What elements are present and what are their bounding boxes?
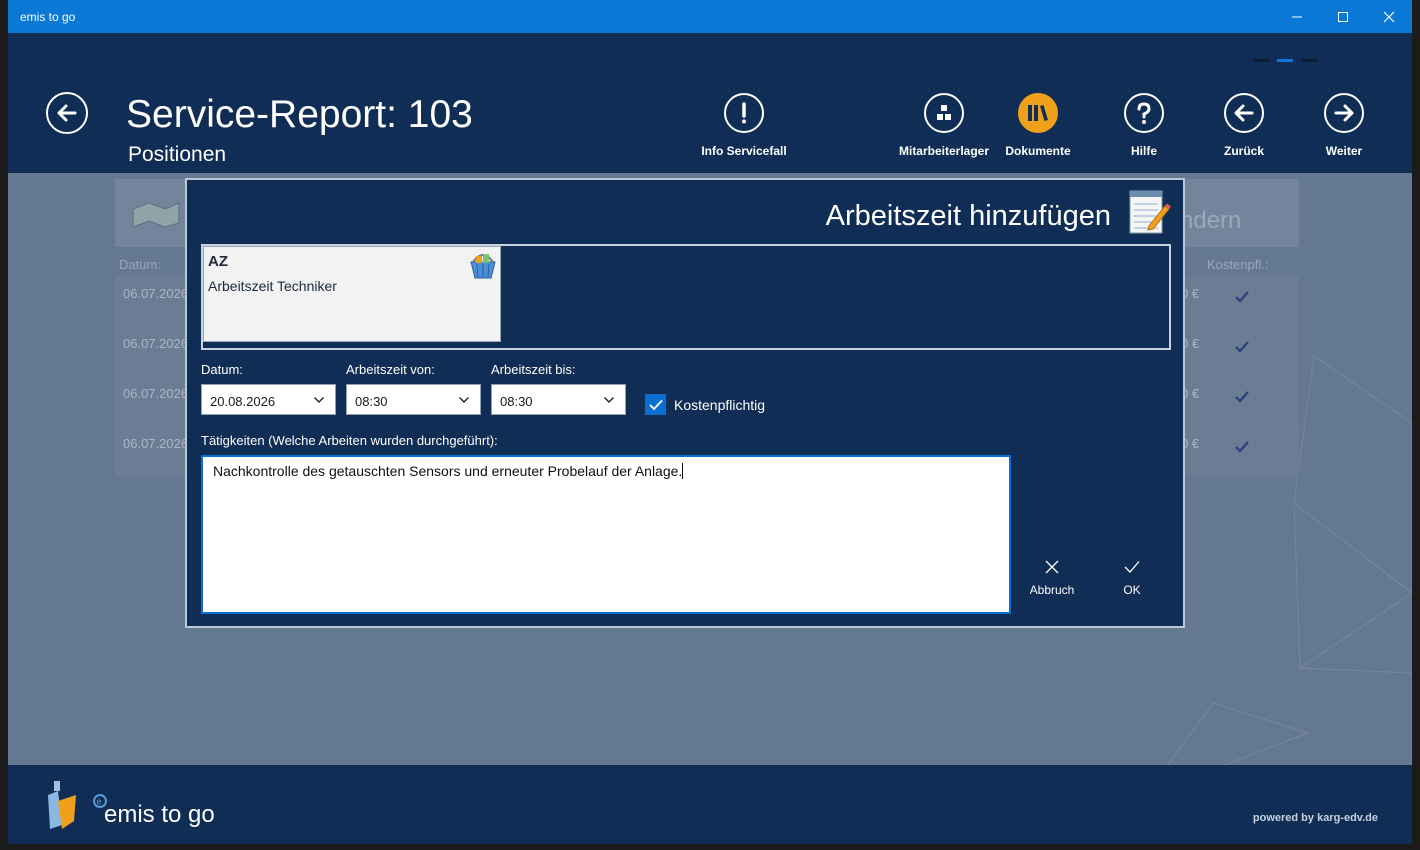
maximize-button[interactable] xyxy=(1320,0,1366,33)
arrow-left-icon xyxy=(1234,104,1254,122)
item-list: AZ Arbeitszeit Techniker xyxy=(201,244,1171,350)
item-code: AZ xyxy=(208,253,228,270)
close-icon xyxy=(1045,560,1059,574)
billable-checkbox[interactable] xyxy=(645,394,666,415)
add-worktime-dialog: Arbeitszeit hinzufügen AZ Arbeitszeit Te… xyxy=(185,178,1185,628)
chevron-down-icon xyxy=(604,397,614,403)
item-name: Arbeitszeit Techniker xyxy=(208,278,337,294)
minimize-button[interactable] xyxy=(1274,0,1320,33)
hilfe-button[interactable]: Hilfe xyxy=(1094,93,1194,158)
toolbar-label: Weiter xyxy=(1325,144,1363,158)
checkmark-icon xyxy=(1235,441,1249,453)
background-column-cost: Kostenpfl.: xyxy=(1207,257,1269,272)
date-value: 20.08.2026 xyxy=(210,394,276,409)
warehouse-icon xyxy=(937,105,951,120)
date-label: Datum: xyxy=(201,362,243,377)
chevron-down-icon xyxy=(459,397,469,403)
toolbar-label: Hilfe xyxy=(1130,144,1157,158)
page-indicator xyxy=(1301,59,1317,62)
toolbar-label: Zurück xyxy=(1223,144,1264,158)
arrow-right-icon xyxy=(1334,104,1354,122)
mitarbeiterlager-button[interactable]: Mitarbeiterlager xyxy=(894,93,994,158)
arrow-left-icon xyxy=(57,104,77,122)
activities-textarea[interactable]: Nachkontrolle des getauschten Sensors un… xyxy=(201,455,1011,614)
billable-label[interactable]: Kostenpflichtig xyxy=(674,397,765,413)
svg-text:e: e xyxy=(97,797,102,807)
notepad-pencil-icon xyxy=(1129,190,1171,234)
checkmark-icon xyxy=(648,399,663,410)
time-from-dropdown[interactable]: 08:30 xyxy=(346,384,481,415)
app-footer: e emis to go powered by karg-edv.de xyxy=(8,765,1412,844)
list-item-az[interactable]: AZ Arbeitszeit Techniker xyxy=(203,246,501,342)
zurueck-button[interactable]: Zurück xyxy=(1194,93,1294,158)
ok-label: OK xyxy=(1123,583,1141,597)
checkmark-icon xyxy=(1235,291,1249,303)
cancel-button[interactable]: Abbruch xyxy=(1022,560,1082,597)
books-icon xyxy=(1028,105,1048,121)
to-value: 08:30 xyxy=(500,394,533,409)
title-bar: emis to go xyxy=(8,0,1412,33)
page-indicator xyxy=(1253,59,1269,62)
checkmark-icon xyxy=(1124,561,1140,573)
toolbar-label: Mitarbeiterlager xyxy=(898,144,990,158)
toolbar-label: Dokumente xyxy=(1005,144,1071,158)
minimize-icon xyxy=(1292,16,1302,17)
dialog-title: Arbeitszeit hinzufügen xyxy=(825,200,1111,232)
close-button[interactable] xyxy=(1366,0,1412,33)
exclamation-icon xyxy=(742,102,746,124)
checkmark-icon xyxy=(1235,391,1249,403)
checkmark-icon xyxy=(1235,341,1249,353)
window-title: emis to go xyxy=(20,10,76,24)
activities-label: Tätigkeiten (Welche Arbeiten wurden durc… xyxy=(201,433,498,448)
maximize-icon xyxy=(1338,11,1348,22)
dokumente-button[interactable]: Dokumente xyxy=(988,93,1088,158)
page-title: Service-Report: 103 xyxy=(126,93,473,136)
toolbar-label: Info Servicefall xyxy=(701,144,787,158)
from-value: 08:30 xyxy=(355,394,388,409)
row-date: 06.07.2026 xyxy=(123,336,189,351)
text-cursor xyxy=(682,463,684,479)
to-label: Arbeitszeit bis: xyxy=(491,362,576,377)
question-icon xyxy=(1137,102,1151,124)
map-icon xyxy=(132,202,180,228)
app-window: emis to go Service-Report: 103 Positione… xyxy=(8,0,1412,844)
from-label: Arbeitszeit von: xyxy=(346,362,435,377)
app-header: Service-Report: 103 Positionen Info Serv… xyxy=(8,33,1412,173)
emis-logo-icon: e xyxy=(48,781,107,829)
background-column-date: Datum: xyxy=(119,257,161,272)
powered-by: powered by karg-edv.de xyxy=(1252,812,1378,824)
background-bar-text: ndern xyxy=(1180,207,1242,234)
close-icon xyxy=(1383,11,1395,22)
back-nav-button[interactable] xyxy=(46,92,88,134)
weiter-button[interactable]: Weiter xyxy=(1294,93,1394,158)
row-date: 06.07.2026 xyxy=(123,386,189,401)
activities-text: Nachkontrolle des getauschten Sensors un… xyxy=(213,463,683,479)
date-dropdown[interactable]: 20.08.2026 xyxy=(201,384,336,415)
chevron-down-icon xyxy=(314,397,324,403)
page-subtitle: Positionen xyxy=(128,143,227,166)
basket-icon xyxy=(470,254,496,279)
row-date: 06.07.2026 xyxy=(123,286,189,301)
time-to-dropdown[interactable]: 08:30 xyxy=(491,384,626,415)
page-indicator-active xyxy=(1277,59,1293,62)
cancel-label: Abbruch xyxy=(1029,583,1075,597)
row-date: 06.07.2026 xyxy=(123,436,189,451)
ok-button[interactable]: OK xyxy=(1102,560,1162,597)
footer-brand: emis to go xyxy=(104,801,215,828)
info-servicefall-button[interactable]: Info Servicefall xyxy=(694,93,794,158)
